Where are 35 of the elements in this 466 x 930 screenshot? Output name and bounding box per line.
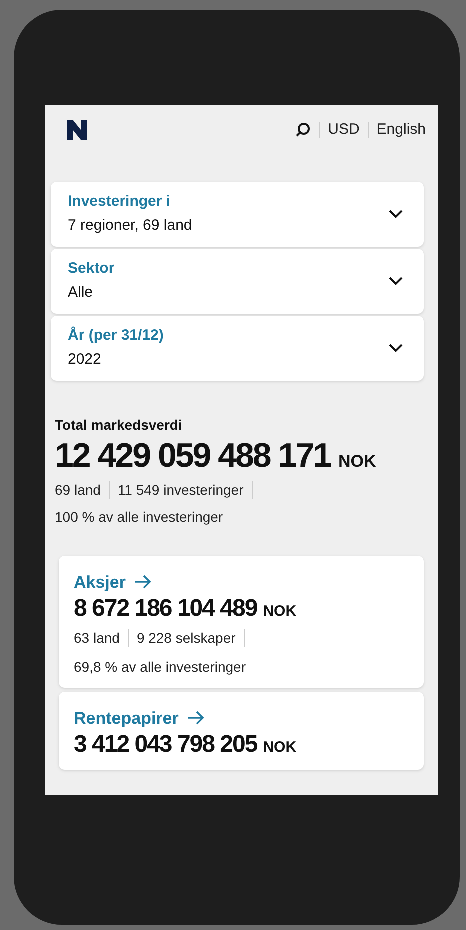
stat-text: 9 228 selskaper <box>136 628 237 648</box>
summary-title: Total markedsverdi <box>55 416 184 434</box>
arrow-right-icon <box>186 711 205 726</box>
stat-text: 11 549 investeringer <box>116 480 245 500</box>
card-title: Rentepapirer <box>74 708 179 730</box>
currency-link[interactable]: USD <box>328 119 360 142</box>
card-amount: 8 672 186 104 489 <box>74 595 258 623</box>
chevron-down-icon <box>388 343 404 353</box>
share-text: 69,8 % av alle investeringer <box>74 658 247 677</box>
asset-card[interactable]: Rentepapirer 3 412 043 798 205 NOK <box>59 692 424 770</box>
filter-dropdown[interactable]: Investeringer i 7 regioner, 69 land <box>51 182 424 246</box>
filter-label: Sektor <box>68 258 115 278</box>
arrow-right-icon <box>134 575 152 590</box>
card-title: Aksjer <box>74 572 126 594</box>
filter-label: År (per 31/12) <box>68 326 164 346</box>
card-amount: 3 412 043 798 205 <box>74 731 258 759</box>
filter-value: Alle <box>68 283 94 303</box>
search-icon[interactable] <box>295 122 312 138</box>
stat-text: 69 land <box>55 480 102 500</box>
filter-value: 7 regioner, 69 land <box>68 216 192 236</box>
currency-label: NOK <box>263 602 297 622</box>
language-link[interactable]: English <box>376 119 426 142</box>
filter-label: Investeringer i <box>68 192 172 212</box>
filter-value: 2022 <box>68 350 102 370</box>
filter-dropdown[interactable]: År (per 31/12) 2022 <box>51 316 424 380</box>
logo-icon <box>67 120 87 140</box>
filter-dropdown[interactable]: Sektor Alle <box>51 248 424 314</box>
currency-label: NOK <box>338 450 376 472</box>
stat-text: 63 land <box>74 628 121 648</box>
asset-card[interactable]: Aksjer 8 672 186 104 489 NOK 63 land 9 228 selskaper 69,8 % av alle investeringer <box>59 556 424 688</box>
chevron-down-icon <box>388 209 404 219</box>
chevron-down-icon <box>388 276 404 286</box>
total-amount: 12 429 059 488 171 <box>55 436 331 476</box>
share-text: 100 % av alle investeringer <box>55 508 224 527</box>
currency-label: NOK <box>263 738 297 758</box>
